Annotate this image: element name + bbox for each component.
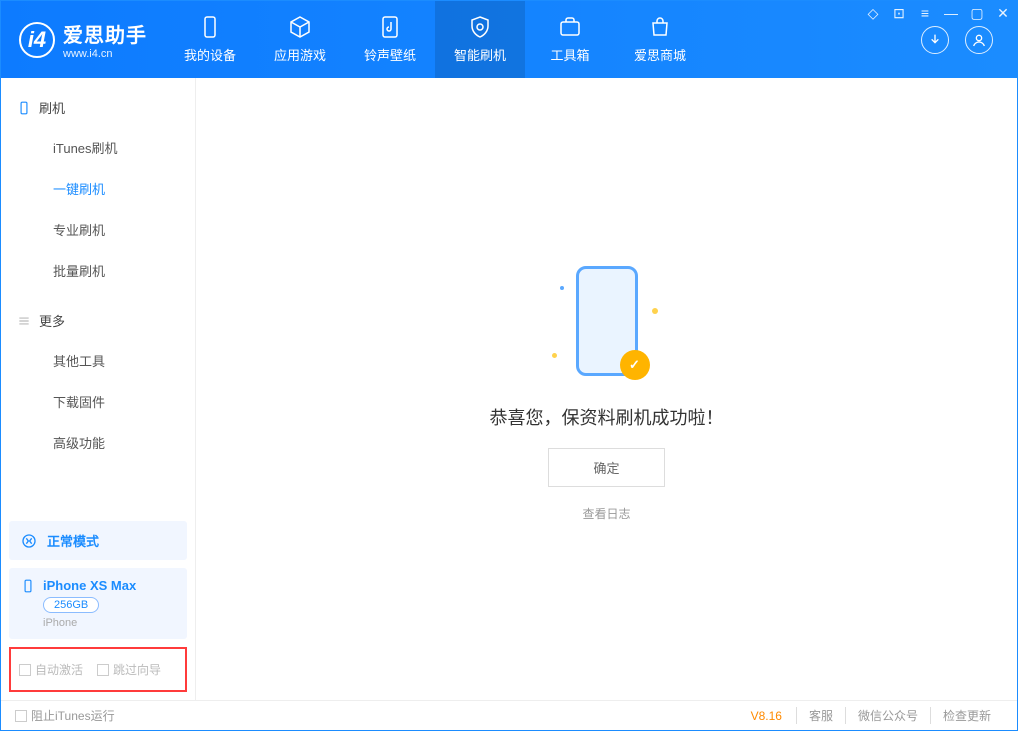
main-area: 刷机 iTunes刷机 一键刷机 专业刷机 批量刷机 更多 其他工具 下载固件 …	[1, 78, 1017, 700]
mode-label: 正常模式	[47, 531, 99, 550]
user-button[interactable]	[965, 26, 993, 54]
success-illustration: ✓	[542, 256, 672, 386]
footer-link-update[interactable]: 检查更新	[930, 707, 1003, 724]
cube-icon	[288, 15, 312, 39]
sidebar-item-batch-flash[interactable]: 批量刷机	[1, 250, 195, 291]
bag-icon	[648, 15, 672, 39]
sidebar-section-flash: 刷机	[1, 88, 195, 127]
sidebar-item-oneclick-flash[interactable]: 一键刷机	[1, 168, 195, 209]
footer-link-support[interactable]: 客服	[796, 707, 845, 724]
sidebar-section-title: 刷机	[39, 98, 65, 117]
shield-refresh-icon	[468, 15, 492, 39]
device-card[interactable]: iPhone XS Max 256GB iPhone	[9, 568, 187, 639]
footer-link-wechat[interactable]: 微信公众号	[845, 707, 930, 724]
device-name: iPhone XS Max	[43, 578, 136, 593]
version-label: V8.16	[751, 709, 782, 723]
success-message: 恭喜您，保资料刷机成功啦！	[490, 404, 724, 430]
sidebar-section-title: 更多	[39, 311, 65, 330]
app-header: i4 爱思助手 www.i4.cn 我的设备 应用游戏 铃声壁纸 智能刷机 工具…	[1, 1, 1017, 78]
content-pane: ✓ 恭喜您，保资料刷机成功啦！ 确定 查看日志	[196, 78, 1017, 700]
status-bar: 阻止iTunes运行 V8.16 客服 微信公众号 检查更新	[1, 700, 1017, 730]
auto-activate-checkbox[interactable]: 自动激活	[19, 661, 83, 678]
window-controls: ◇ ⊡ ≡ ― ▢ ✕	[865, 5, 1011, 22]
sidebar-item-other-tools[interactable]: 其他工具	[1, 340, 195, 381]
minimize-icon[interactable]: ―	[943, 5, 959, 22]
app-name-en: www.i4.cn	[63, 48, 147, 60]
sidebar-item-download-firmware[interactable]: 下载固件	[1, 381, 195, 422]
phone-small-icon	[17, 101, 31, 115]
skin-icon[interactable]: ◇	[865, 5, 881, 22]
check-badge-icon: ✓	[620, 350, 650, 380]
checkbox-label: 跳过向导	[113, 661, 161, 678]
tab-label: 爱思商城	[634, 45, 686, 64]
feedback-icon[interactable]: ⊡	[891, 5, 907, 22]
phone-small-icon	[21, 579, 35, 593]
download-button[interactable]	[921, 26, 949, 54]
sidebar-item-advanced[interactable]: 高级功能	[1, 422, 195, 463]
tab-label: 铃声壁纸	[364, 45, 416, 64]
phone-icon	[198, 15, 222, 39]
view-log-link[interactable]: 查看日志	[582, 505, 630, 522]
flash-options-highlight: 自动激活 跳过向导	[9, 647, 187, 692]
tab-label: 应用游戏	[274, 45, 326, 64]
block-itunes-checkbox[interactable]: 阻止iTunes运行	[15, 707, 115, 724]
checkbox-label: 自动激活	[35, 661, 83, 678]
sidebar-item-itunes-flash[interactable]: iTunes刷机	[1, 127, 195, 168]
briefcase-icon	[558, 15, 582, 39]
tab-flash[interactable]: 智能刷机	[435, 1, 525, 78]
maximize-icon[interactable]: ▢	[969, 5, 985, 22]
ok-button[interactable]: 确定	[548, 448, 664, 487]
tab-ringtones[interactable]: 铃声壁纸	[345, 1, 435, 78]
tab-apps[interactable]: 应用游戏	[255, 1, 345, 78]
sidebar: 刷机 iTunes刷机 一键刷机 专业刷机 批量刷机 更多 其他工具 下载固件 …	[1, 78, 196, 700]
device-storage: 256GB	[43, 597, 99, 613]
checkbox-label: 阻止iTunes运行	[31, 707, 115, 724]
app-name-cn: 爱思助手	[63, 19, 147, 48]
refresh-icon	[21, 533, 37, 549]
close-icon[interactable]: ✕	[995, 5, 1011, 22]
tab-my-device[interactable]: 我的设备	[165, 1, 255, 78]
sidebar-item-pro-flash[interactable]: 专业刷机	[1, 209, 195, 250]
tab-store[interactable]: 爱思商城	[615, 1, 705, 78]
logo-icon: i4	[19, 22, 55, 58]
main-tabs: 我的设备 应用游戏 铃声壁纸 智能刷机 工具箱 爱思商城	[165, 1, 705, 78]
device-mode-card[interactable]: 正常模式	[9, 521, 187, 560]
tab-label: 我的设备	[184, 45, 236, 64]
tab-label: 工具箱	[550, 45, 589, 64]
tab-toolbox[interactable]: 工具箱	[525, 1, 615, 78]
menu-lines-icon	[17, 314, 31, 328]
device-type: iPhone	[43, 617, 77, 629]
sidebar-section-more: 更多	[1, 301, 195, 340]
tab-label: 智能刷机	[454, 45, 506, 64]
music-file-icon	[378, 15, 402, 39]
app-logo: i4 爱思助手 www.i4.cn	[1, 1, 165, 78]
menu-icon[interactable]: ≡	[917, 5, 933, 22]
skip-guide-checkbox[interactable]: 跳过向导	[97, 661, 161, 678]
